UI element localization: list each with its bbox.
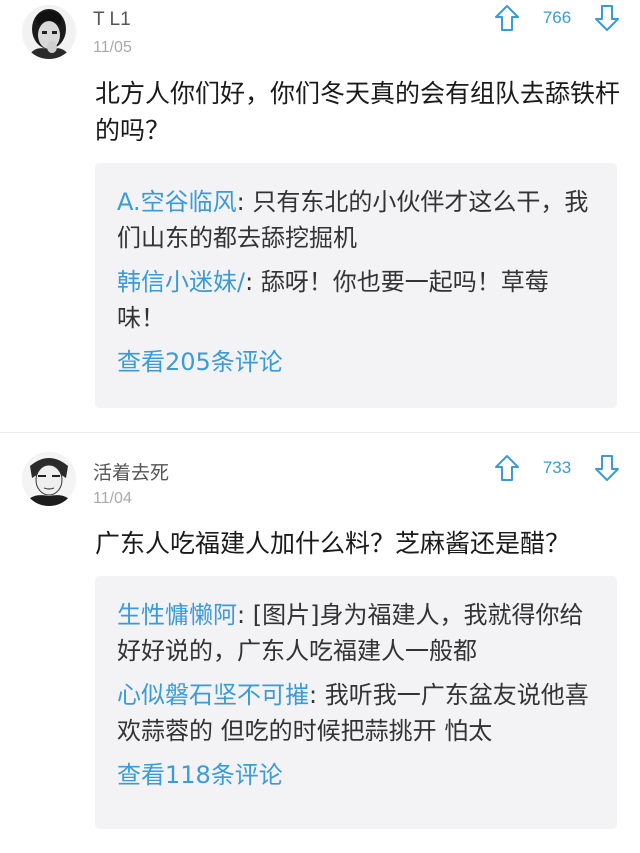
vote-count: 733	[542, 458, 572, 477]
reply-item: 生性慵懒阿: [图片]身为福建人，我就得你给好好说的，广东人吃福建人一般都	[117, 601, 584, 665]
reply-author[interactable]: A.空谷临风	[117, 188, 237, 216]
username[interactable]: 活着去死	[93, 458, 169, 485]
avatar[interactable]	[22, 5, 76, 59]
reply-preview[interactable]: 生性慵懒阿: [图片]身为福建人，我就得你给好好说的，广东人吃福建人一般都 心似…	[95, 576, 617, 829]
reply-preview[interactable]: A.空谷临风: 只有东北的小伙伴才这么干，我们山东的都去舔挖掘机 韩信小迷妹/:…	[95, 163, 617, 408]
reply-author[interactable]: 韩信小迷妹/	[117, 268, 245, 296]
reply-item: A.空谷临风: 只有东北的小伙伴才这么干，我们山东的都去舔挖掘机	[117, 188, 589, 252]
divider	[0, 432, 640, 448]
reply-author[interactable]: 生性慵懒阿	[117, 601, 237, 629]
reply-item: 韩信小迷妹/: 舔呀！你也要一起吗！草莓味！	[117, 268, 549, 332]
comment-text: 北方人你们好，你们冬天真的会有组队去舔铁杆的吗？	[95, 79, 621, 145]
view-more-replies-link[interactable]: 查看205条评论	[117, 344, 595, 380]
avatar-image	[22, 452, 76, 506]
username[interactable]: T L1	[93, 9, 131, 31]
arrow-down-icon[interactable]	[594, 4, 620, 32]
arrow-up-icon[interactable]	[494, 4, 520, 32]
comment-card: T L1 11/05 766 北方人你们好，你们冬天真的会有组队去舔铁杆的吗？ …	[0, 0, 640, 432]
comment-text: 广东人吃福建人加什么料？芝麻酱还是醋？	[95, 529, 571, 558]
reply-item: 心似磐石坚不可摧: 我听我一广东盆友说他喜欢蒜蓉的 但吃的时候把蒜挑开 怕太	[117, 681, 589, 745]
arrow-down-icon[interactable]	[594, 454, 620, 482]
arrow-up-icon[interactable]	[494, 454, 520, 482]
reply-author[interactable]: 心似磐石坚不可摧	[117, 681, 309, 709]
post-date: 11/04	[93, 490, 132, 507]
vote-count: 766	[542, 8, 572, 27]
avatar-image	[22, 5, 76, 59]
comment-card: 活着去死 11/04 733 广东人吃福建人加什么料？芝麻酱还是醋？ 生性慵懒阿…	[0, 448, 640, 853]
avatar[interactable]	[22, 452, 76, 506]
view-more-replies-link[interactable]: 查看118条评论	[117, 757, 595, 793]
post-date: 11/05	[93, 39, 132, 56]
